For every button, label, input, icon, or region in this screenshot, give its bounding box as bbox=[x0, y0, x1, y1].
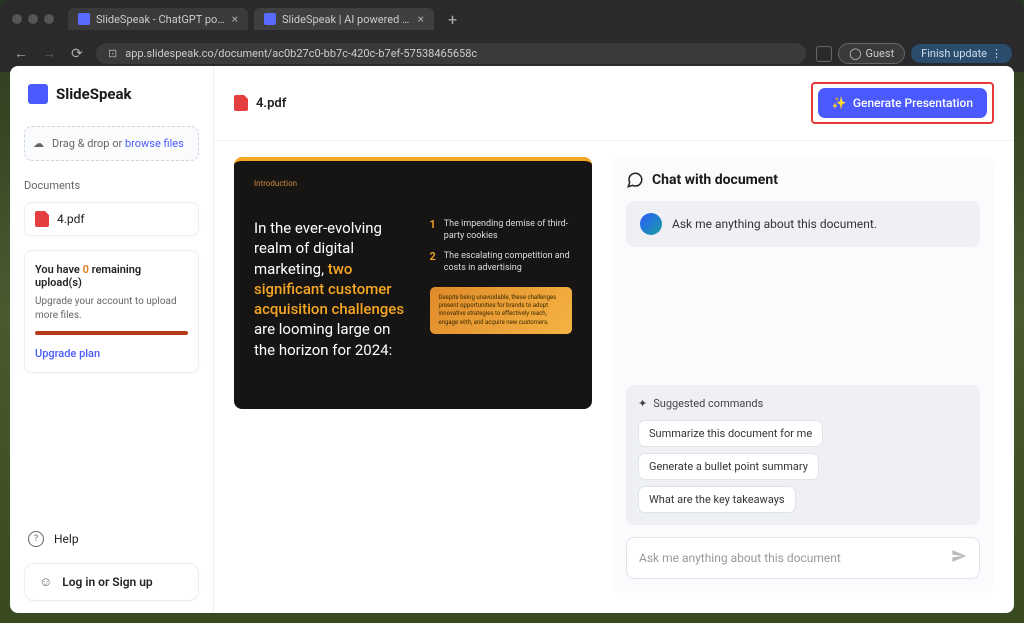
help-link[interactable]: ? Help bbox=[24, 523, 199, 555]
login-button[interactable]: ☺ Log in or Sign up bbox=[24, 563, 199, 601]
tab-close-icon[interactable]: × bbox=[418, 12, 424, 26]
chat-bubble-icon bbox=[626, 171, 644, 189]
tab-favicon-icon bbox=[78, 13, 90, 25]
tab-favicon-icon bbox=[264, 13, 276, 25]
document-preview: Introduction In the ever-evolving realm … bbox=[234, 157, 592, 409]
brand-name: SlideSpeak bbox=[56, 85, 132, 103]
quota-desc: Upgrade your account to upload more file… bbox=[35, 295, 188, 323]
tab-title: SlideSpeak | AI powered pres bbox=[282, 13, 412, 26]
suggested-commands: ✦ Suggested commands Summarize this docu… bbox=[626, 385, 980, 525]
site-settings-icon[interactable]: ⊡ bbox=[108, 47, 117, 60]
brand[interactable]: SlideSpeak bbox=[24, 84, 199, 104]
quota-title: You have 0 remaining upload(s) bbox=[35, 263, 188, 289]
new-tab-button[interactable]: + bbox=[440, 10, 465, 29]
suggested-heading: ✦ Suggested commands bbox=[638, 397, 968, 410]
guest-icon: ◯ bbox=[849, 47, 861, 60]
suggestion-pill-takeaways[interactable]: What are the key takeaways bbox=[638, 486, 796, 513]
back-icon[interactable]: ← bbox=[12, 45, 30, 62]
profile-button[interactable]: ◯ Guest bbox=[838, 43, 905, 64]
guest-label: Guest bbox=[866, 47, 895, 60]
dropzone-text: Drag & drop or browse files bbox=[52, 137, 184, 150]
upload-cloud-icon: ☁ bbox=[33, 137, 44, 150]
generate-presentation-button[interactable]: ✨ Generate Presentation bbox=[818, 88, 987, 118]
slide-section: Introduction bbox=[254, 179, 572, 188]
finish-update-button[interactable]: Finish update ⋮ bbox=[911, 44, 1012, 63]
document-item[interactable]: 4.pdf bbox=[24, 202, 199, 236]
kebab-icon: ⋮ bbox=[991, 47, 1002, 60]
slide-heading: In the ever-evolving realm of digital ma… bbox=[254, 218, 412, 360]
suggestion-pill-summarize[interactable]: Summarize this document for me bbox=[638, 420, 823, 447]
assistant-message: Ask me anything about this document. bbox=[626, 201, 980, 247]
slide-bullet-1: 1 The impending demise of third-party co… bbox=[430, 218, 573, 242]
upload-dropzone[interactable]: ☁ Drag & drop or browse files bbox=[24, 126, 199, 161]
browse-files-link[interactable]: browse files bbox=[125, 137, 184, 150]
chat-panel: Chat with document Ask me anything about… bbox=[612, 157, 994, 593]
address-bar[interactable]: ⊡ app.slidespeak.co/document/ac0b27c0-bb… bbox=[96, 43, 806, 64]
generate-highlight-box: ✨ Generate Presentation bbox=[811, 82, 994, 124]
slide-bullet-2: 2 The escalating competition and costs i… bbox=[430, 250, 573, 274]
documents-heading: Documents bbox=[24, 179, 199, 192]
tab-close-icon[interactable]: × bbox=[232, 12, 238, 26]
page-title: 4.pdf bbox=[234, 95, 286, 111]
slide-callout: Despite being unavoidable, these challen… bbox=[430, 287, 573, 335]
pdf-icon bbox=[234, 95, 248, 111]
quota-progress bbox=[35, 331, 188, 335]
help-label: Help bbox=[54, 532, 79, 546]
send-icon[interactable] bbox=[951, 548, 967, 568]
login-label: Log in or Sign up bbox=[62, 575, 152, 589]
browser-tab-2[interactable]: SlideSpeak | AI powered pres × bbox=[254, 8, 434, 30]
assistant-text: Ask me anything about this document. bbox=[672, 217, 877, 231]
document-name: 4.pdf bbox=[57, 212, 85, 226]
window-min-icon[interactable] bbox=[28, 14, 38, 24]
tab-title: SlideSpeak - ChatGPT powe bbox=[96, 13, 226, 26]
magic-wand-icon: ✨ bbox=[832, 96, 847, 110]
sidebar: SlideSpeak ☁ Drag & drop or browse files… bbox=[10, 66, 214, 613]
logo-icon bbox=[28, 84, 48, 104]
chat-input[interactable] bbox=[639, 551, 943, 565]
suggestion-pill-bullets[interactable]: Generate a bullet point summary bbox=[638, 453, 819, 480]
suggested-label: Suggested commands bbox=[653, 397, 763, 410]
help-icon: ? bbox=[28, 531, 44, 547]
window-close-icon[interactable] bbox=[12, 14, 22, 24]
generate-label: Generate Presentation bbox=[853, 96, 973, 110]
upgrade-plan-link[interactable]: Upgrade plan bbox=[35, 347, 188, 360]
user-icon: ☺ bbox=[39, 574, 52, 590]
chat-input-row bbox=[626, 537, 980, 579]
doc-title-text: 4.pdf bbox=[256, 96, 286, 111]
url-text: app.slidespeak.co/document/ac0b27c0-bb7c… bbox=[125, 47, 477, 60]
forward-icon[interactable]: → bbox=[40, 45, 58, 62]
sparkle-icon: ✦ bbox=[638, 397, 647, 410]
finish-update-label: Finish update bbox=[921, 47, 987, 60]
pdf-icon bbox=[35, 211, 49, 227]
browser-tab-1[interactable]: SlideSpeak - ChatGPT powe × bbox=[68, 8, 248, 30]
extension-icon[interactable] bbox=[816, 46, 832, 62]
reload-icon[interactable]: ⟳ bbox=[68, 46, 86, 62]
window-max-icon[interactable] bbox=[44, 14, 54, 24]
chat-heading: Chat with document bbox=[626, 171, 980, 189]
assistant-avatar-icon bbox=[640, 213, 662, 235]
upload-quota-card: You have 0 remaining upload(s) Upgrade y… bbox=[24, 250, 199, 373]
chat-heading-text: Chat with document bbox=[652, 172, 778, 188]
